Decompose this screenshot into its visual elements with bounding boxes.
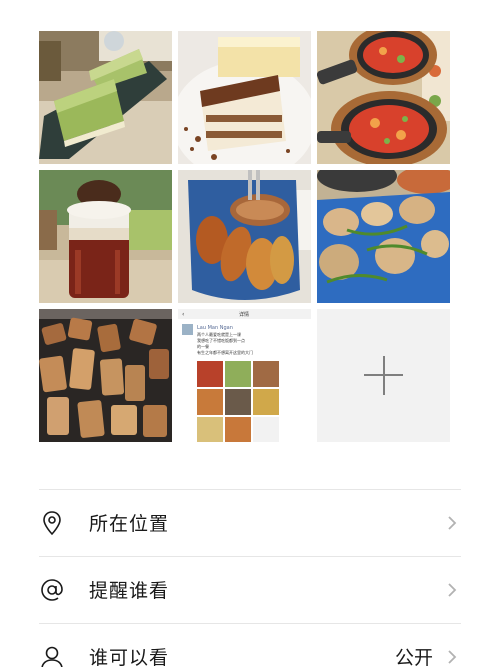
who-can-see-row[interactable]: 谁可以看 公开 [39, 624, 461, 667]
at-sign-icon [41, 579, 63, 601]
remind-who-label: 提醒谁看 [89, 580, 170, 602]
screenshot-line-1: 两个人最爱吃就是上一课 [197, 331, 241, 337]
screenshot-line-4: 有生之年都不想离开这里的大门 [197, 349, 253, 355]
remind-who-row[interactable]: 提醒谁看 [39, 557, 461, 623]
post-screenshot-image: 详情 ‹ Lau Man Ngan 两个人最爱吃就是上一课 我想吃了不错吃饭都到… [178, 309, 311, 442]
visibility-value: 公开 [394, 647, 433, 667]
chicken-wings-image [178, 170, 311, 303]
mushroom-dish-image [317, 170, 450, 303]
tiramisu-image [178, 31, 311, 164]
screenshot-header-text: 详情 [239, 311, 249, 318]
screenshot-line-3: 的一餐 [197, 343, 209, 349]
chevron-right-icon [448, 650, 457, 664]
chevron-right-icon [448, 583, 457, 597]
screenshot-username: Lau Man Ngan [197, 325, 233, 331]
photo-thumbnail-pasta-pans[interactable] [317, 31, 450, 164]
photo-thumbnail-matcha-cake[interactable] [39, 31, 172, 164]
photo-thumbnail-chicken-wings[interactable] [178, 170, 311, 303]
matcha-cake-image [39, 31, 172, 164]
svg-text:‹: ‹ [182, 311, 184, 318]
photo-thumbnail-grilled-meat[interactable] [39, 309, 172, 442]
grilled-meat-image [39, 309, 172, 442]
location-row[interactable]: 所在位置 [39, 490, 461, 556]
photo-thumbnail-post-screenshot[interactable]: 详情 ‹ Lau Man Ngan 两个人最爱吃就是上一课 我想吃了不错吃饭都到… [178, 309, 311, 442]
iced-drink-image [39, 170, 172, 303]
pasta-pans-image [317, 31, 450, 164]
who-can-see-label: 谁可以看 [89, 647, 170, 667]
location-pin-icon [43, 511, 61, 536]
location-label: 所在位置 [89, 513, 170, 535]
person-icon [41, 646, 63, 667]
screenshot-line-2: 我想吃了不错吃饭都到一点 [197, 337, 245, 343]
post-composer: 详情 ‹ Lau Man Ngan 两个人最爱吃就是上一课 我想吃了不错吃饭都到… [0, 0, 500, 667]
photo-thumbnail-iced-drink[interactable] [39, 170, 172, 303]
chevron-right-icon [448, 516, 457, 530]
photo-thumbnail-tiramisu[interactable] [178, 31, 311, 164]
add-photo-button[interactable] [317, 309, 450, 442]
photo-thumbnail-mushroom-dish[interactable] [317, 170, 450, 303]
